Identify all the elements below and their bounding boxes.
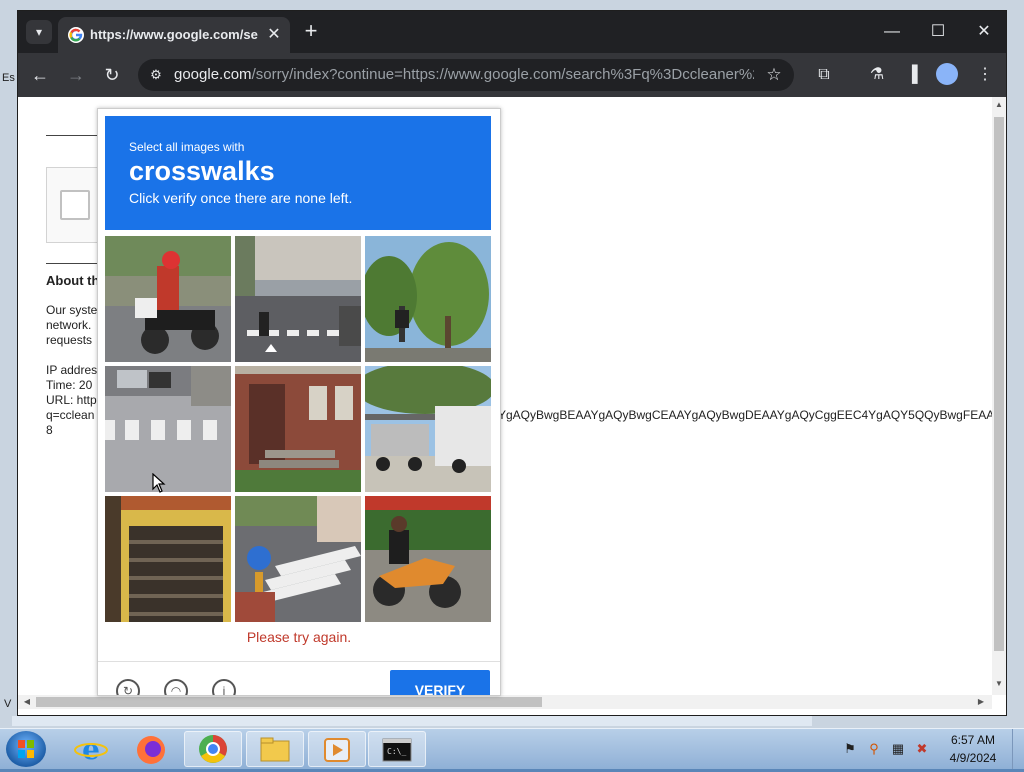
request-url-tail: YgAQyBwgBEAAYgAQyBwgCEAAYgAQyBwgDEAAYgAQ…	[498, 408, 992, 422]
captcha-tile-gate-yellow-wall[interactable]	[105, 496, 231, 622]
url-text[interactable]: google.com/sorry/index?continue=https://…	[174, 66, 754, 84]
taskbar-media-player-icon[interactable]	[308, 731, 366, 767]
scroll-up-arrow-icon[interactable]: ▲	[994, 100, 1004, 110]
captcha-tile-crosswalk-sign[interactable]	[235, 496, 361, 622]
minimize-button[interactable]: —	[872, 19, 912, 45]
action-center-flag-icon[interactable]: ⚑	[842, 741, 858, 757]
close-window-button[interactable]: ✕	[964, 19, 1004, 45]
captcha-target-word: crosswalks	[129, 156, 275, 186]
text-line: Our syste	[46, 303, 98, 317]
request-details-text: IP addres Time: 20 URL: http q=cclean 8	[46, 363, 98, 438]
tab-close-icon[interactable]: ✕	[264, 25, 284, 45]
captcha-tile-crosswalk-parked-cars[interactable]	[105, 366, 231, 492]
tab-title: https://www.google.com/search	[90, 27, 258, 42]
horizontal-scroll-thumb[interactable]	[36, 697, 542, 707]
back-button[interactable]: ←	[28, 63, 52, 87]
about-heading: About th	[46, 273, 100, 288]
text-line: Time: 20	[46, 378, 93, 392]
menu-kebab-icon[interactable]: ⋮	[973, 63, 997, 87]
clock-date[interactable]: 4/9/2024	[938, 751, 1008, 765]
window-edge	[12, 716, 812, 726]
search-magnifier-icon[interactable]: ⚲	[866, 741, 882, 757]
vertical-scrollbar[interactable]: ▲ ▼	[992, 97, 1006, 695]
info-icon[interactable]: i	[212, 679, 236, 695]
verify-button[interactable]: VERIFY	[390, 670, 490, 695]
recaptcha-checkbox[interactable]	[60, 190, 90, 220]
reload-button[interactable]: ↻	[100, 63, 124, 87]
labs-flask-icon[interactable]: ⚗	[865, 63, 889, 87]
mouse-cursor-icon	[152, 472, 166, 493]
taskbar-internet-explorer-icon[interactable]: e	[62, 731, 120, 767]
captcha-instruction: Click verify once there are none left.	[129, 190, 353, 206]
captcha-tile-car-transporter-truck[interactable]	[365, 366, 491, 492]
text-line: requests	[46, 333, 93, 347]
captcha-error-message: Please try again.	[246, 629, 352, 645]
horizontal-scrollbar[interactable]: ◀ ▶	[18, 695, 992, 709]
start-button[interactable]	[6, 731, 46, 767]
scroll-right-arrow-icon[interactable]: ▶	[976, 697, 986, 707]
google-favicon-icon	[68, 27, 84, 43]
captcha-select-label: Select all images with	[129, 140, 245, 154]
reload-challenge-icon[interactable]: ↻	[116, 679, 140, 695]
captcha-tile-orange-motorbike[interactable]	[365, 496, 491, 622]
desktop-text-fragment: Es	[2, 72, 15, 84]
taskbar-chrome-icon[interactable]	[184, 731, 242, 767]
address-bar[interactable]: ⚙ google.com/sorry/index?continue=https:…	[138, 59, 794, 91]
extensions-icon[interactable]: ⧉	[812, 63, 836, 87]
svg-text:e: e	[82, 733, 100, 766]
taskbar: e C:\_ ⚑ ⚲ ▦ ✖ 6:57 AM 4/9/2024	[0, 728, 1024, 769]
volume-muted-icon[interactable]: ✖	[914, 741, 930, 757]
captcha-tile-house-steps[interactable]	[235, 366, 361, 492]
url-path: /sorry/index?continue=https://www.google…	[251, 66, 754, 83]
new-tab-button[interactable]: +	[300, 20, 322, 43]
svg-text:C:\_: C:\_	[387, 747, 406, 756]
side-panel-icon[interactable]: ▐	[900, 63, 924, 87]
captcha-tile-motorcycle-rider[interactable]	[105, 236, 231, 362]
text-line: 8	[46, 423, 53, 437]
taskbar-firefox-icon[interactable]	[122, 731, 180, 767]
text-line: URL: http	[46, 393, 97, 407]
captcha-tile-street-crosswalk-scooter[interactable]	[235, 236, 361, 362]
vertical-scroll-thumb[interactable]	[994, 117, 1004, 651]
captcha-tile-tree-traffic-light[interactable]	[365, 236, 491, 362]
scroll-down-arrow-icon[interactable]: ▼	[994, 679, 1004, 689]
audio-challenge-icon[interactable]: ◠	[164, 679, 188, 695]
text-line: network.	[46, 318, 92, 332]
divider	[46, 263, 100, 264]
taskbar-command-prompt-icon[interactable]: C:\_	[368, 731, 426, 767]
site-info-icon[interactable]: ⚙	[148, 67, 164, 83]
taskbar-file-explorer-icon[interactable]	[246, 731, 304, 767]
profile-avatar-icon[interactable]	[936, 63, 958, 85]
show-desktop-button[interactable]	[1012, 729, 1024, 769]
url-host: google.com	[174, 66, 252, 83]
explanation-text: Our syste network. requests	[46, 303, 98, 348]
maximize-button[interactable]: ☐	[918, 19, 958, 45]
browser-toolbar: ← → ↻ ⚙ google.com/sorry/index?continue=…	[18, 53, 1006, 97]
title-bar: ▾ https://www.google.com/search ✕ + — ☐ …	[18, 11, 1006, 53]
bookmark-star-icon[interactable]: ☆	[764, 65, 784, 85]
desktop-text-fragment-bottom: V	[4, 698, 12, 710]
tab-active[interactable]: https://www.google.com/search ✕	[58, 17, 290, 53]
divider	[98, 661, 500, 662]
text-line: IP addres	[46, 363, 98, 377]
clock-time[interactable]: 6:57 AM	[938, 733, 1008, 747]
captcha-header: Select all images with crosswalks Click …	[105, 116, 491, 230]
text-line: q=cclean	[46, 408, 95, 422]
captcha-challenge-dialog: Select all images with crosswalks Click …	[97, 108, 501, 696]
scroll-left-arrow-icon[interactable]: ◀	[22, 697, 32, 707]
divider	[46, 135, 100, 136]
network-icon[interactable]: ▦	[890, 741, 906, 757]
forward-button[interactable]: →	[64, 63, 88, 87]
tab-search-button[interactable]: ▾	[26, 20, 52, 44]
